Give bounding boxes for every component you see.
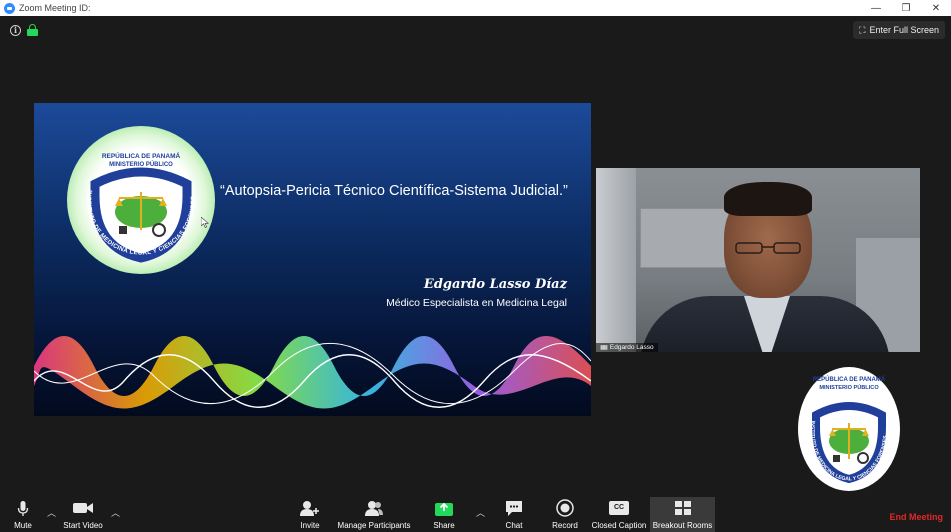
chat-button[interactable]: Chat xyxy=(500,497,528,532)
chat-bubble-icon xyxy=(504,497,524,519)
enter-full-screen-button[interactable]: ⛶ Enter Full Screen xyxy=(853,21,945,39)
mute-label: Mute xyxy=(14,521,32,530)
signal-strength-icon: ▮▮▮ xyxy=(600,345,608,351)
closed-caption-button[interactable]: CC Closed Caption xyxy=(590,497,648,532)
closed-caption-icon: CC xyxy=(609,497,629,519)
record-label: Record xyxy=(552,521,578,530)
participant-glasses xyxy=(735,242,801,254)
video-shelf xyxy=(640,208,736,268)
end-meeting-button[interactable]: End Meeting xyxy=(890,512,944,522)
shared-screen-slide: REPÚBLICA DE PANAMÁ MINISTERIO PÚBLICO I… xyxy=(34,103,591,416)
manage-participants-label: Manage Participants xyxy=(337,521,411,530)
logo2-top-text-2: MINISTERIO PÚBLICO xyxy=(819,384,879,391)
video-camera-icon xyxy=(72,497,94,519)
mouse-cursor-icon xyxy=(201,217,209,228)
participant-hair xyxy=(724,182,812,216)
restore-button[interactable]: ❐ xyxy=(891,0,921,16)
institute-logo-graphic: REPÚBLICA DE PANAMÁ MINISTERIO PÚBLICO I… xyxy=(85,151,197,263)
enter-full-screen-label: Enter Full Screen xyxy=(869,25,939,35)
record-button[interactable]: Record xyxy=(550,497,580,532)
share-label: Share xyxy=(433,521,455,530)
invite-person-icon xyxy=(300,497,320,519)
title-bar: Zoom Meeting ID: — ❐ ✕ xyxy=(0,0,951,16)
slide-author: Edgardo Lasso Díaz xyxy=(423,277,567,292)
meeting-info-icon[interactable]: i xyxy=(10,25,21,36)
start-video-label: Start Video xyxy=(63,521,103,530)
logo2-top-text-1: REPÚBLICA DE PANAMÁ xyxy=(813,376,886,383)
video-window-light xyxy=(596,168,636,352)
participant-video-tile[interactable]: ▮▮▮ Edgardo Lasso xyxy=(596,168,920,352)
minimize-button[interactable]: — xyxy=(861,0,891,16)
mute-button[interactable]: Mute xyxy=(6,497,40,532)
microphone-icon xyxy=(17,497,29,519)
logo-top-text-1: REPÚBLICA DE PANAMÁ xyxy=(102,151,181,160)
zoom-app-icon xyxy=(4,2,15,14)
closed-caption-label: Closed Caption xyxy=(591,521,647,530)
breakout-rooms-button[interactable]: Breakout Rooms xyxy=(650,497,715,532)
institute-logo-secondary-graphic: REPÚBLICA DE PANAMÁ MINISTERIO PÚBLICO I… xyxy=(809,376,889,484)
participants-icon xyxy=(364,497,384,519)
record-icon xyxy=(556,497,574,519)
share-options-chevron-icon[interactable]: ︿ xyxy=(476,506,485,519)
invite-button[interactable]: Invite xyxy=(296,497,324,532)
breakout-rooms-label: Breakout Rooms xyxy=(652,521,713,530)
manage-participants-button[interactable]: Manage Participants xyxy=(334,497,414,532)
breakout-rooms-grid-icon xyxy=(674,497,692,519)
lock-body xyxy=(27,29,38,36)
share-screen-icon xyxy=(434,497,454,519)
fullscreen-icon: ⛶ xyxy=(859,24,866,35)
logo-top-text-2: MINISTERIO PÚBLICO xyxy=(109,161,173,168)
meeting-toolbar: Mute ︿ Start Video ︿ Invite Manage Parti… xyxy=(0,497,951,532)
institute-logo: REPÚBLICA DE PANAMÁ MINISTERIO PÚBLICO I… xyxy=(67,126,215,274)
start-video-button[interactable]: Start Video xyxy=(60,497,106,532)
window-title: Zoom Meeting ID: xyxy=(19,3,91,13)
chat-label: Chat xyxy=(505,521,523,530)
participant-name: Edgardo Lasso xyxy=(609,344,654,351)
video-options-chevron-icon[interactable]: ︿ xyxy=(111,506,120,519)
slide-title: “Autopsia-Pericia Técnico Científica-Sis… xyxy=(220,183,568,199)
zoom-meeting-window: Zoom Meeting ID: — ❐ ✕ i ⛶ Enter Full Sc… xyxy=(0,0,951,532)
window-controls: — ❐ ✕ xyxy=(861,0,951,16)
close-button[interactable]: ✕ xyxy=(921,0,951,16)
decorative-waves xyxy=(34,336,591,409)
share-button[interactable]: Share xyxy=(430,497,458,532)
encryption-lock-icon[interactable] xyxy=(27,24,38,36)
participant-name-tag: ▮▮▮ Edgardo Lasso xyxy=(596,343,658,352)
invite-label: Invite xyxy=(300,521,320,530)
audio-options-chevron-icon[interactable]: ︿ xyxy=(47,506,56,519)
institute-logo-secondary: REPÚBLICA DE PANAMÁ MINISTERIO PÚBLICO I… xyxy=(798,367,900,491)
slide-subtitle: Médico Especialista en Medicina Legal xyxy=(386,297,567,309)
